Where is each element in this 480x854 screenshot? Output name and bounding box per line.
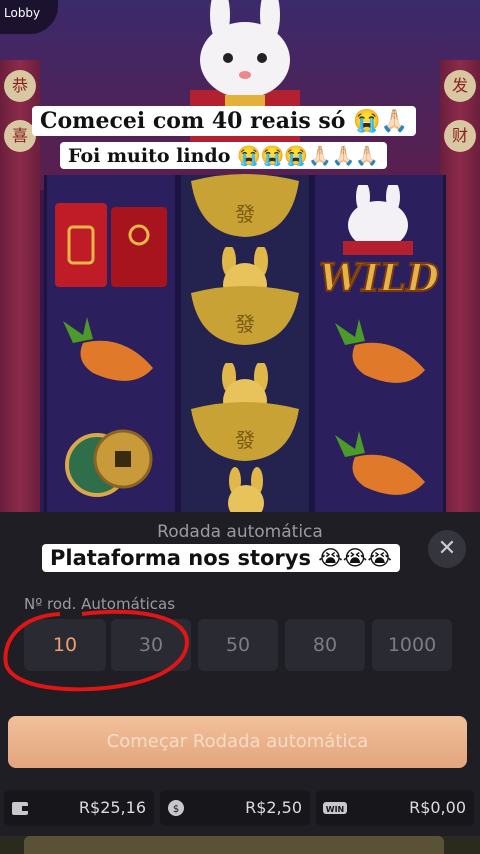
gold-ingot-rabbit-icon: 發 bbox=[191, 247, 299, 345]
ingot-char: 發 bbox=[235, 312, 255, 336]
slot-reels: 發 發 發 WILD bbox=[40, 174, 450, 515]
reel-2: 發 發 發 bbox=[178, 174, 312, 515]
slot-game-area: 恭 喜 发 财 發 發 發 WILD Lobby bbox=[0, 0, 480, 520]
close-button[interactable]: ✕ bbox=[428, 530, 466, 568]
pillar-seal: 财 bbox=[444, 120, 476, 152]
pillar-seal: 恭 bbox=[4, 70, 36, 102]
auto-spin-title: Rodada automática bbox=[157, 522, 323, 542]
win-icon: WIN bbox=[323, 802, 347, 814]
caption-line-1: Comecei com 40 reais só 😭🙏🏻 bbox=[32, 106, 416, 136]
gold-ingot-rabbit-icon bbox=[228, 467, 264, 515]
svg-text:$: $ bbox=[173, 804, 179, 815]
ingot-char: 發 bbox=[235, 202, 255, 226]
gold-ingot-rabbit-icon: 發 bbox=[191, 363, 299, 461]
lobby-label: Lobby bbox=[4, 6, 41, 20]
svg-text:WIN: WIN bbox=[326, 805, 345, 814]
rabbit-mascot-image bbox=[190, 0, 300, 160]
carrot-icon bbox=[335, 431, 425, 495]
reel-3: WILD bbox=[312, 175, 446, 515]
win-display: WIN R$0,00 bbox=[316, 790, 474, 826]
win-value: R$0,00 bbox=[409, 798, 466, 817]
rabbit-wild-icon bbox=[343, 185, 413, 255]
wild-label: WILD bbox=[318, 254, 440, 301]
pillar-seal: 发 bbox=[444, 70, 476, 102]
spin-option-50[interactable]: 50 bbox=[198, 619, 278, 671]
bottom-bar bbox=[0, 836, 480, 854]
start-auto-spin-button[interactable]: Começar Rodada automática bbox=[8, 716, 467, 768]
carrot-icon bbox=[335, 319, 425, 383]
spin-option-1000[interactable]: 1000 bbox=[372, 619, 452, 671]
red-annotation-circle bbox=[3, 609, 189, 692]
bet-display: $ R$2,50 bbox=[160, 790, 310, 826]
bottom-bar-segment bbox=[24, 836, 444, 854]
spin-option-80[interactable]: 80 bbox=[285, 619, 365, 671]
balance-display: R$25,16 bbox=[4, 790, 154, 826]
bet-value: R$2,50 bbox=[245, 798, 302, 817]
gold-coin-icon bbox=[65, 429, 153, 497]
reel-1 bbox=[44, 175, 178, 515]
close-icon: ✕ bbox=[437, 536, 457, 561]
ingot-char: 發 bbox=[235, 428, 255, 452]
carrot-icon bbox=[63, 317, 153, 381]
wallet-icon bbox=[12, 802, 28, 815]
gold-ingot-rabbit-icon: 發 bbox=[191, 174, 299, 237]
caption-line-2: Foi muito lindo 😭😭😭🙏🏻🙏🏻🙏🏻 bbox=[60, 142, 387, 169]
coins-icon: $ bbox=[168, 800, 184, 816]
caption-line-3: Plataforma nos storys 😭😭😭 bbox=[42, 544, 400, 572]
balance-value: R$25,16 bbox=[78, 798, 146, 817]
red-envelope-icon bbox=[55, 203, 167, 287]
